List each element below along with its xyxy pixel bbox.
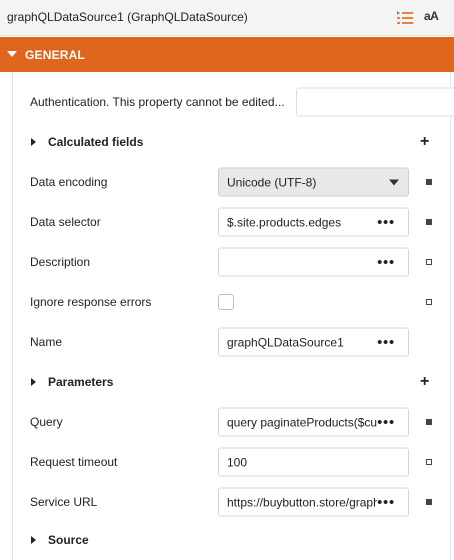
row-description: Description ••• [12,242,454,282]
description-label: Description [30,255,91,269]
chevron-down-icon[interactable] [389,179,399,186]
name-value: graphQLDataSource1 [227,335,344,350]
property-marker-icon[interactable] [426,499,432,505]
ellipsis-icon[interactable]: ••• [377,415,395,429]
row-parameters[interactable]: Parameters + [12,362,454,402]
expand-arrow-icon[interactable] [31,138,36,146]
property-marker-icon[interactable] [426,179,432,185]
row-calculated-fields[interactable]: Calculated fields + [12,122,454,162]
query-value: query paginateProducts($cursor: String) [227,415,377,430]
ignore-response-errors-checkbox[interactable] [218,294,234,310]
expand-arrow-icon[interactable] [31,378,36,386]
property-marker-icon[interactable] [426,299,432,305]
data-encoding-select[interactable]: Unicode (UTF-8) [218,167,409,197]
ellipsis-icon[interactable]: ••• [377,335,395,349]
property-marker-icon[interactable] [426,219,432,225]
description-input[interactable]: ••• [218,247,409,277]
expand-arrow-icon[interactable] [31,536,36,544]
data-encoding-value: Unicode (UTF-8) [227,175,317,190]
row-name: Name graphQLDataSource1 ••• [12,322,454,362]
request-timeout-input[interactable]: 100 [218,447,409,477]
data-selector-value: $.site.products.edges [227,215,342,230]
service-url-label: Service URL [30,495,98,509]
query-label: Query [30,415,63,429]
parameters-label: Parameters [48,375,114,389]
panel-title: graphQLDataSource1 (GraphQLDataSource) [7,10,248,24]
service-url-input[interactable]: https://buybutton.store/graphql ••• [218,487,409,517]
query-input[interactable]: query paginateProducts($cursor: String) … [218,407,409,437]
category-label: GENERAL [25,48,86,62]
properties-panel: graphQLDataSource1 (GraphQLDataSource) a… [0,0,454,560]
name-input[interactable]: graphQLDataSource1 ••• [218,327,409,357]
row-query: Query query paginateProducts($cursor: St… [12,402,454,442]
ignore-response-errors-label: Ignore response errors [30,295,152,309]
data-selector-label: Data selector [30,215,101,229]
data-encoding-label: Data encoding [30,175,108,189]
add-parameter-icon[interactable]: + [420,374,429,390]
ellipsis-icon[interactable]: ••• [377,255,395,269]
category-general[interactable]: GENERAL [0,37,454,72]
sort-alphabetical-icon[interactable]: aA [424,9,439,23]
property-marker-icon[interactable] [426,259,432,265]
row-request-timeout: Request timeout 100 [12,442,454,482]
row-ignore-response-errors: Ignore response errors [12,282,454,322]
calculated-fields-label: Calculated fields [48,135,144,149]
request-timeout-label: Request timeout [30,455,118,469]
authentication-label: Authentication. This property cannot be … [30,95,285,109]
property-marker-icon[interactable] [426,459,432,465]
row-service-url: Service URL https://buybutton.store/grap… [12,482,454,522]
ellipsis-icon[interactable]: ••• [377,495,395,509]
ellipsis-icon[interactable]: ••• [377,215,395,229]
property-marker-icon[interactable] [426,419,432,425]
row-source[interactable]: Source [12,520,454,560]
row-data-encoding: Data encoding Unicode (UTF-8) [12,162,454,202]
source-label: Source [48,533,89,547]
service-url-value: https://buybutton.store/graphql [227,495,377,510]
name-label: Name [30,335,63,349]
properties-list-icon[interactable] [396,9,414,27]
panel-header: graphQLDataSource1 (GraphQLDataSource) a… [0,0,454,36]
data-selector-input[interactable]: $.site.products.edges ••• [218,207,409,237]
request-timeout-value: 100 [227,455,248,470]
authentication-field [296,87,454,117]
row-authentication: Authentication. This property cannot be … [12,82,454,122]
row-data-selector: Data selector $.site.products.edges ••• [12,202,454,242]
add-calculated-field-icon[interactable]: + [420,134,429,150]
collapse-arrow-icon[interactable] [7,51,17,57]
